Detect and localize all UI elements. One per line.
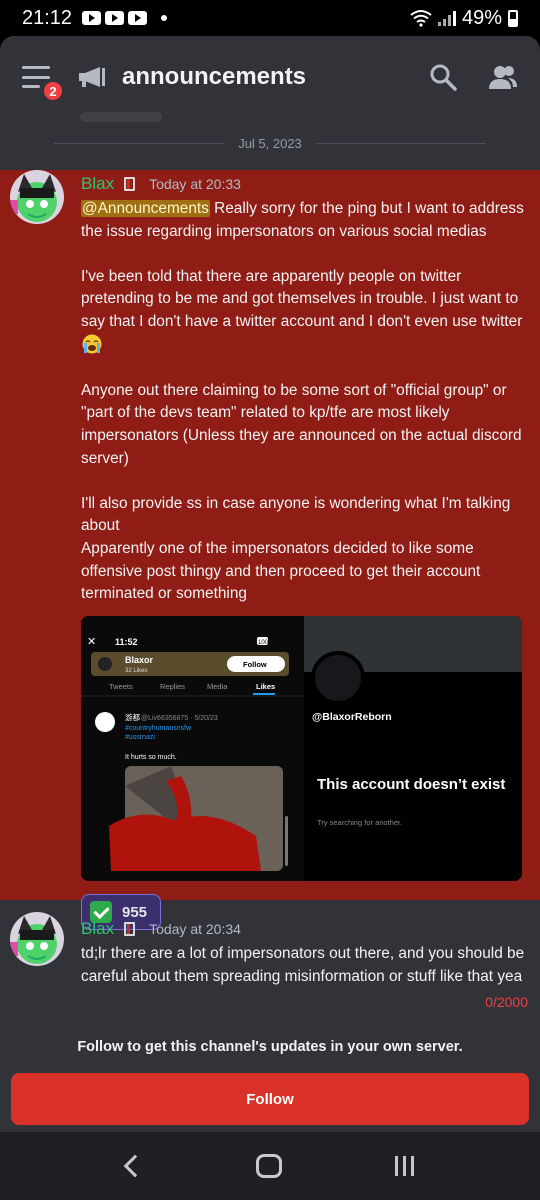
- message-timestamp: Today at 20:33: [149, 176, 241, 192]
- character-counter: 0/2000: [485, 994, 528, 1010]
- search-icon[interactable]: [428, 62, 458, 92]
- book-icon: [124, 922, 136, 936]
- channel-title: announcements: [122, 63, 307, 90]
- status-time: 21:12: [22, 6, 73, 29]
- message-header: Blax Today at 20:33: [81, 174, 241, 194]
- battery-percent: 49%: [461, 6, 502, 29]
- shot-tweet-tag: #countryhumansnsfw: [125, 725, 192, 732]
- battery-icon: [508, 9, 518, 27]
- message-timestamp: Today at 20:34: [149, 921, 241, 937]
- book-icon: [124, 177, 136, 191]
- message-line: I've been told that there are apparently…: [81, 267, 523, 330]
- avatar[interactable]: [10, 170, 64, 224]
- follow-prompt: Follow to get this channel's updates in …: [77, 1039, 463, 1055]
- shot-tab: Tweets: [109, 682, 133, 691]
- reaction-count: 955: [122, 903, 148, 921]
- shot-time: 11:52: [115, 637, 138, 647]
- message-line: I'll also provide ss in case anyone is w…: [81, 494, 511, 535]
- account-screenshot-graphic: @BlaxorReborn This account doesn’t exist…: [304, 616, 522, 881]
- screenshot-account: @BlaxorReborn This account doesn’t exist…: [304, 616, 522, 881]
- scroll-remnant: [80, 112, 162, 122]
- shot-profile-name: Blaxor: [125, 655, 154, 665]
- shot-battery: 100: [258, 640, 269, 646]
- youtube-icon: [105, 11, 125, 25]
- shot-tweet-tag: #ussrnazi: [125, 734, 155, 741]
- notification-badge: 2: [42, 80, 64, 102]
- message-line: td;lr there are a lot of impersonators o…: [81, 945, 525, 985]
- signal-icon: [437, 10, 456, 26]
- message-content: td;lr there are a lot of impersonators o…: [81, 943, 531, 988]
- avatar[interactable]: [10, 912, 64, 966]
- message-line: Anyone out there claiming to be some sor…: [81, 381, 522, 467]
- crying-emoji-icon: [82, 334, 102, 354]
- image-attachment[interactable]: ✕ 11:52 100 Blaxor 32 Likes Follow Tweet…: [81, 616, 522, 881]
- shot-account-handle: @BlaxorReborn: [312, 711, 392, 723]
- recent-apps-icon[interactable]: [394, 1156, 414, 1176]
- message-header: Blax Today at 20:34: [81, 919, 241, 939]
- android-nav-bar: [0, 1132, 540, 1200]
- members-icon[interactable]: [488, 62, 518, 92]
- shot-tab: Replies: [160, 682, 185, 691]
- username[interactable]: Blax: [81, 919, 114, 939]
- wifi-icon: [410, 10, 432, 27]
- shot-account-subtext: Try searching for another.: [317, 818, 402, 827]
- date-label: Jul 5, 2023: [238, 135, 302, 151]
- shot-tab: Media: [207, 682, 228, 691]
- svg-text:✕: ✕: [87, 636, 96, 648]
- likes-screenshot-graphic: ✕ 11:52 100 Blaxor 32 Likes Follow Tweet…: [81, 616, 304, 881]
- channel-header: 2 announcements: [0, 36, 540, 122]
- message-content: @Announcements Really sorry for the ping…: [81, 198, 531, 606]
- megaphone-icon: [79, 67, 105, 87]
- more-notifications-dot: [161, 15, 168, 21]
- notification-icons: [82, 11, 148, 25]
- username[interactable]: Blax: [81, 174, 114, 194]
- shot-tab: Likes: [256, 682, 275, 691]
- back-icon[interactable]: [123, 1154, 146, 1178]
- message-highlighted[interactable]: Blax Today at 20:33 @Announcements Reall…: [0, 170, 540, 930]
- discord-app: 2 announcements Jul 5, 2023 Blax Today a…: [0, 36, 540, 1132]
- shot-likes-count: 32 Likes: [125, 668, 147, 674]
- screenshot-likes: ✕ 11:52 100 Blaxor 32 Likes Follow Tweet…: [81, 616, 304, 881]
- role-mention[interactable]: @Announcements: [81, 200, 210, 217]
- youtube-icon: [128, 11, 148, 25]
- shot-account-heading: This account doesn’t exist: [317, 776, 505, 793]
- date-divider: Jul 5, 2023: [0, 128, 540, 158]
- home-icon[interactable]: [255, 1154, 282, 1178]
- shot-tweet-text: It hurts so much.: [125, 754, 177, 761]
- status-bar: 21:12 49%: [0, 0, 540, 36]
- shot-tweet-handle: @Liv66356875 · 5/20/23: [141, 715, 218, 722]
- youtube-icon: [82, 11, 102, 25]
- follow-button[interactable]: Follow: [11, 1073, 529, 1125]
- message-line: Apparently one of the impersonators deci…: [81, 539, 481, 603]
- shot-tweet-name: 游都: [125, 712, 140, 722]
- shot-follow-button: Follow: [243, 660, 267, 669]
